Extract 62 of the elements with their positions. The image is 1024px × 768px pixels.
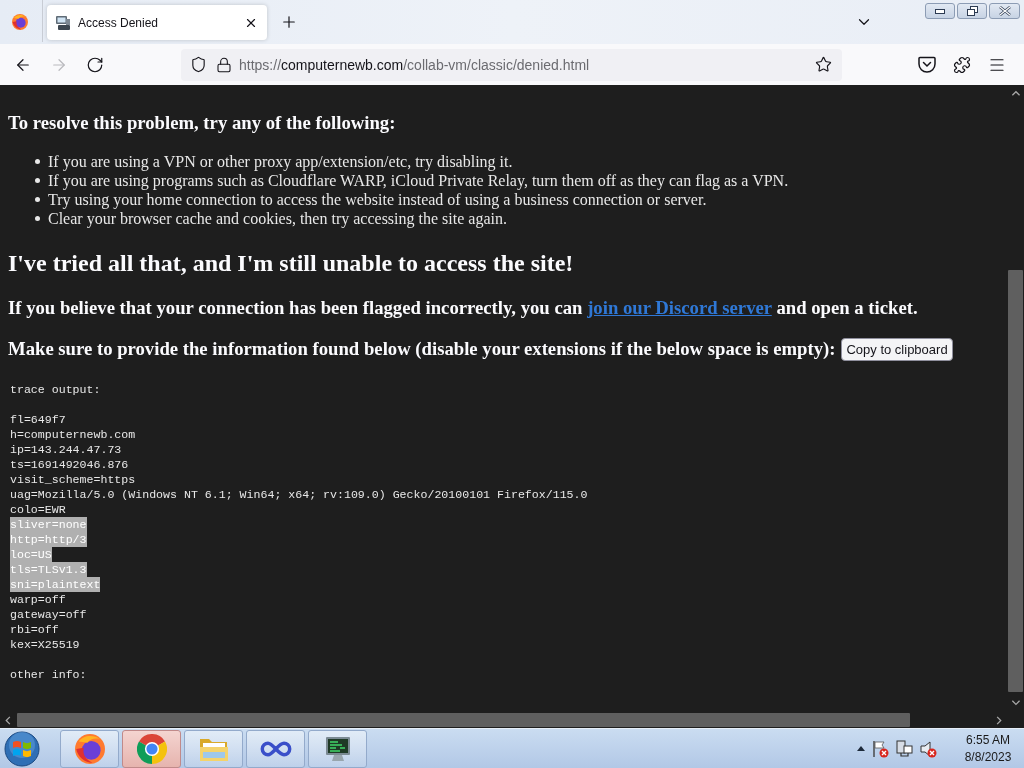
star-icon (814, 56, 832, 73)
pocket-icon (918, 56, 936, 73)
taskbar-button[interactable] (60, 729, 119, 768)
tip-text: If you are using a VPN or other proxy app/extension/etc, try disabling it. (48, 152, 513, 171)
infinity-icon (259, 740, 292, 757)
start-button[interactable] (2, 730, 42, 767)
speaker-muted-icon[interactable] (920, 739, 937, 758)
monitor-icon (323, 734, 352, 763)
plus-icon (280, 13, 298, 31)
clock-time[interactable]: 6:55 AM (966, 731, 1010, 749)
ring-browser-icon (136, 733, 167, 764)
bullet-icon (35, 216, 40, 221)
trace-line: ts=1691492046.876 (10, 457, 129, 472)
trace-title: other info: (10, 667, 87, 682)
close-icon (998, 6, 1011, 16)
taskbar-button[interactable] (308, 729, 367, 768)
trace-line: colo=EWR (10, 502, 66, 517)
subheading: I've tried all that, and I'm still unable to access the site! (8, 249, 575, 277)
trace-line: gateway=off (10, 607, 87, 622)
tray-arrow-icon[interactable] (857, 746, 865, 751)
trace-line: ip=143.244.47.73 (10, 442, 122, 457)
minimize-icon (935, 8, 945, 14)
trace-line: rbi=off (10, 622, 59, 637)
taskbar-button[interactable] (246, 729, 305, 768)
tip-text: If you are using programs such as Cloudflare WARP, iCloud Private Relay, turn them off as they can flag as a VPN. (48, 171, 789, 190)
browser-tab[interactable]: Access Denied (47, 5, 267, 40)
trace-line: h=computernewb.com (10, 427, 136, 442)
trace-line: visit_scheme=https (10, 472, 136, 487)
section-heading: To resolve this problem, try any of the following: (8, 112, 397, 134)
clock-date[interactable]: 8/8/2023 (964, 748, 1012, 766)
copy-button[interactable]: Copy to clipboard (841, 337, 953, 361)
scroll-down-icon[interactable] (1011, 699, 1020, 708)
flag-logo-icon (4, 730, 40, 767)
bullet-icon (35, 159, 40, 164)
tip-text: Try using your home connection to access the website instead of using a business connection or server. (48, 190, 707, 209)
minimize-button[interactable] (925, 3, 955, 19)
trace-line: uag=Mozilla/5.0 (Windows NT 6.1; Win64; x64; rv:109.0) Gecko/20100101 Firefox/115.0 (10, 487, 588, 502)
puzzle-icon (953, 55, 971, 74)
bullet-icon (35, 178, 40, 183)
scroll-right-icon[interactable] (994, 715, 1003, 725)
tip-text: Clear your browser cache and cookies, then try accessing the site again. (48, 209, 507, 228)
trace-line: fl=649f7 (10, 412, 66, 427)
trace-line: kex=X25519 (10, 637, 80, 652)
flag-error-icon[interactable] (872, 739, 889, 758)
bullet-icon (35, 197, 40, 202)
fox-globe-icon (74, 733, 105, 764)
reload-icon (86, 55, 104, 74)
scroll-left-icon[interactable] (4, 715, 13, 725)
restore-button[interactable] (957, 3, 987, 19)
instructions-text: Make sure to provide the information found below (disable your extensions if the below space is empty): (8, 338, 836, 360)
contact-text: If you believe that your connection has been flagged incorrectly, you can join our Discord server and open a ticket. (8, 297, 919, 319)
network-icon[interactable] (896, 739, 913, 758)
restore-icon (966, 6, 978, 16)
scroll-thumb[interactable] (1008, 270, 1023, 692)
trace-title: trace output: (10, 382, 101, 397)
computer-icon (55, 14, 71, 31)
scroll-thumb[interactable] (17, 713, 910, 727)
trace-line: warp=off (10, 592, 66, 607)
scroll-up-icon[interactable] (1011, 89, 1020, 98)
fox-globe-icon (12, 14, 28, 30)
close-button[interactable] (989, 3, 1020, 19)
discord-link[interactable]: join our Discord server (587, 297, 772, 318)
